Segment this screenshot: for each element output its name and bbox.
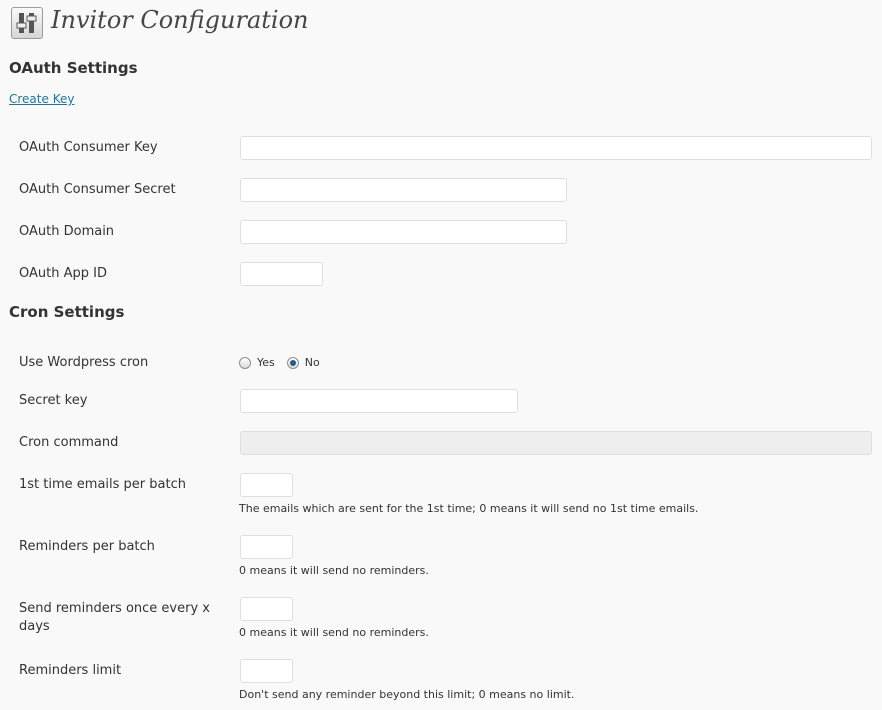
secret-key-label: Secret key [19, 393, 88, 408]
oauth-consumer-key-label: OAuth Consumer Key [19, 140, 158, 155]
reminders-interval-label-line1: Send reminders once every x [19, 601, 210, 616]
reminders-limit-input[interactable] [240, 659, 293, 683]
use-wordpress-cron-yes-radio[interactable] [239, 357, 251, 369]
settings-sliders-icon [11, 7, 43, 39]
oauth-domain-label: OAuth Domain [19, 224, 115, 239]
reminders-interval-label-line2: days [19, 619, 50, 634]
reminders-interval-description: 0 means it will send no reminders. [239, 626, 429, 639]
reminders-interval-label: Send reminders once every x days [19, 600, 210, 636]
oauth-app-id-label: OAuth App ID [19, 266, 107, 281]
cron-command-label: Cron command [19, 435, 119, 450]
reminders-limit-description: Don't send any reminder beyond this limi… [239, 688, 575, 701]
oauth-app-id-input[interactable] [240, 262, 323, 286]
reminders-limit-label: Reminders limit [19, 663, 122, 678]
use-wordpress-cron-label: Use Wordpress cron [19, 355, 149, 370]
first-time-emails-description: The emails which are sent for the 1st ti… [239, 502, 699, 515]
first-time-emails-input[interactable] [240, 473, 293, 497]
create-key-link[interactable]: Create Key [9, 92, 74, 106]
oauth-consumer-secret-label: OAuth Consumer Secret [19, 182, 176, 197]
use-wordpress-cron-no-label: No [304, 355, 320, 369]
oauth-consumer-secret-input[interactable] [240, 178, 567, 202]
reminders-per-batch-input[interactable] [240, 535, 293, 559]
oauth-consumer-key-input[interactable] [240, 136, 872, 160]
reminders-interval-input[interactable] [240, 597, 293, 621]
reminders-per-batch-label: Reminders per batch [19, 539, 155, 554]
use-wordpress-cron-radio-group: Yes No [239, 355, 320, 369]
page-title: Invitor Configuration [51, 6, 309, 34]
cron-command-input [240, 431, 872, 455]
cron-settings-heading: Cron Settings [9, 303, 125, 321]
first-time-emails-label: 1st time emails per batch [19, 477, 186, 492]
oauth-settings-heading: OAuth Settings [9, 59, 138, 77]
reminders-per-batch-description: 0 means it will send no reminders. [239, 564, 429, 577]
secret-key-input[interactable] [240, 389, 518, 413]
use-wordpress-cron-yes-label: Yes [257, 355, 275, 369]
use-wordpress-cron-no-radio[interactable] [286, 357, 299, 369]
oauth-domain-input[interactable] [240, 220, 567, 244]
